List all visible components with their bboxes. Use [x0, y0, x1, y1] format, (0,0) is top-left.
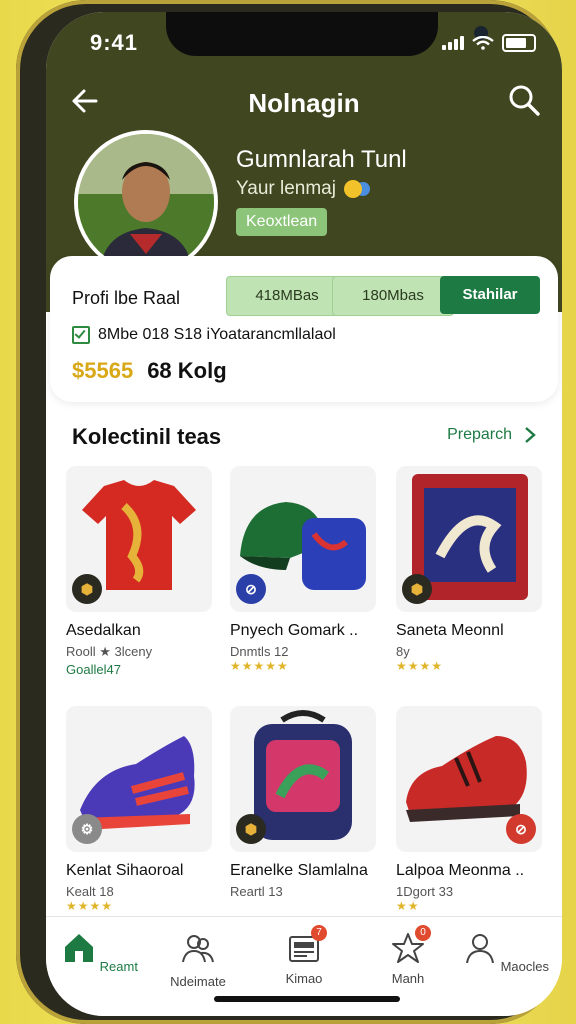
card-tag-icon: ⬢ — [402, 574, 432, 604]
signal-icon — [442, 36, 464, 50]
star-icon-wrap: 0 — [391, 925, 431, 965]
card-image: ⬢ — [396, 466, 542, 612]
phone-frame: 9:41 Nolnagin Gumnlarah Tunl Yaur lenmaj… — [16, 0, 562, 1024]
card-meta: Kealt 18 — [66, 884, 114, 899]
coins-unit: 68 Kolg — [147, 358, 227, 383]
card-tag-icon: ⬢ — [236, 814, 266, 844]
card-name: Saneta Meonnl — [396, 622, 504, 639]
card-tag-icon: ⊘ — [236, 574, 266, 604]
collection-card[interactable]: ⊘ Pnyech Gomark .. Dnmtls 12 ★★★★★ — [230, 466, 376, 673]
tab-label: Ndeimate — [170, 974, 226, 989]
card-image: ⬢ — [66, 466, 212, 612]
collection-card[interactable]: ⬢ Saneta Meonnl 8y ★★★★ — [396, 466, 542, 673]
tab-friends[interactable]: Ndeimate — [152, 931, 244, 989]
checkbox-icon[interactable] — [72, 326, 90, 344]
card-tag-icon: ⬢ — [72, 574, 102, 604]
card-tag-icon: ⚙ — [72, 814, 102, 844]
profile-label: Profi lbe Raal — [72, 288, 181, 308]
card-name: Lalpoa Meonma .. — [396, 862, 525, 879]
profile-panel: Profi lbe Raal 418MBas 180Mbas Stahilar … — [50, 256, 558, 402]
tab-profile[interactable]: Maocles — [460, 931, 552, 974]
collection-card[interactable]: ⊘ Lalpoa Meonma .. 1Dgort 33 ★★ — [396, 706, 542, 913]
card-image: ⬢ — [230, 706, 376, 852]
card-image: ⊘ — [396, 706, 542, 852]
app-screen: 9:41 Nolnagin Gumnlarah Tunl Yaur lenmaj… — [46, 12, 562, 1016]
card-name: Kenlat Sihaoroal — [66, 862, 184, 879]
check-row[interactable]: 8Mbe 018 S18 iYoatarancmllalaol — [72, 326, 336, 344]
card-meta: 1Dgort 33 — [396, 884, 454, 899]
collection-card[interactable]: ⬢ Asedalkan Rooll ★ 3lceny Goallel47 — [66, 466, 212, 677]
card-meta: Reartl 13 — [230, 884, 283, 899]
card-name: Eranelke Slamlalna — [230, 862, 368, 879]
coin-icon — [343, 179, 362, 198]
card-image: ⊘ — [230, 466, 376, 612]
card-stars: ★★ — [396, 899, 420, 913]
avatar[interactable] — [74, 130, 218, 274]
chevron-right-icon — [525, 427, 536, 443]
chip-a[interactable]: 418MBas — [226, 276, 348, 316]
home-indicator — [214, 996, 400, 1002]
avatar-portrait — [78, 134, 214, 270]
card-meta: Dnmtls 12 — [230, 644, 289, 659]
status-button[interactable]: Stahilar — [440, 276, 540, 314]
tab-home[interactable]: Reamt — [54, 931, 146, 974]
tab-label: Maocles — [500, 959, 550, 974]
user-subtitle-text: Yaur lenmaj — [236, 178, 336, 199]
card-meta: Rooll ★ 3lceny — [66, 644, 153, 659]
tab-label: Reamt — [99, 959, 138, 974]
battery-icon — [502, 34, 536, 52]
tab-label: Manh — [391, 971, 425, 986]
home-icon — [65, 934, 94, 962]
coins-value: $5565 — [72, 358, 134, 383]
chip-b[interactable]: 180Mbas — [332, 276, 454, 316]
friends-icon — [182, 935, 214, 963]
search-icon[interactable] — [506, 82, 542, 118]
tab-label: Kimao — [285, 971, 323, 986]
section-link-label: Preparch — [447, 426, 512, 443]
card-stars: ★★★★ — [396, 659, 444, 673]
card-extra: Goallel47 — [66, 662, 121, 677]
collection-card[interactable]: ⚙ Kenlat Sihaoroal Kealt 18 ★★★★ — [66, 706, 212, 913]
user-subtitle: Yaur lenmaj — [236, 178, 370, 200]
coins-row: $5565 68 Kolg — [72, 358, 227, 384]
tab-inbox[interactable]: 7 Kimao — [258, 925, 350, 986]
status-time: 9:41 — [90, 30, 139, 55]
collection-card[interactable]: ⬢ Eranelke Slamlalna Reartl 13 — [230, 706, 376, 899]
card-stars: ★★★★★ — [230, 659, 289, 673]
profile-icon — [465, 934, 494, 964]
notification-badge: 0 — [415, 925, 431, 941]
card-image: ⚙ — [66, 706, 212, 852]
section-link[interactable]: Preparch — [447, 426, 536, 444]
user-name: Gumnlarah Tunl — [236, 146, 407, 173]
card-name: Asedalkan — [66, 622, 141, 639]
check-text: 8Mbe 018 S18 iYoatarancmllalaol — [98, 326, 336, 343]
card-meta: 8y — [396, 644, 410, 659]
page-title: Nolnagin — [248, 88, 360, 118]
status-icons — [442, 34, 536, 52]
user-badge[interactable]: Keoxtlean — [236, 208, 328, 236]
inbox-icon-wrap: 7 — [287, 925, 327, 965]
section-title: Kolectinil teas — [72, 424, 222, 449]
notch — [166, 12, 488, 56]
card-stars: ★★★★ — [66, 899, 114, 913]
card-tag-icon: ⊘ — [506, 814, 536, 844]
notification-badge: 7 — [311, 925, 327, 941]
wifi-icon — [472, 36, 494, 50]
tab-favorites[interactable]: 0 Manh — [362, 925, 454, 986]
card-name: Pnyech Gomark .. — [230, 622, 359, 639]
